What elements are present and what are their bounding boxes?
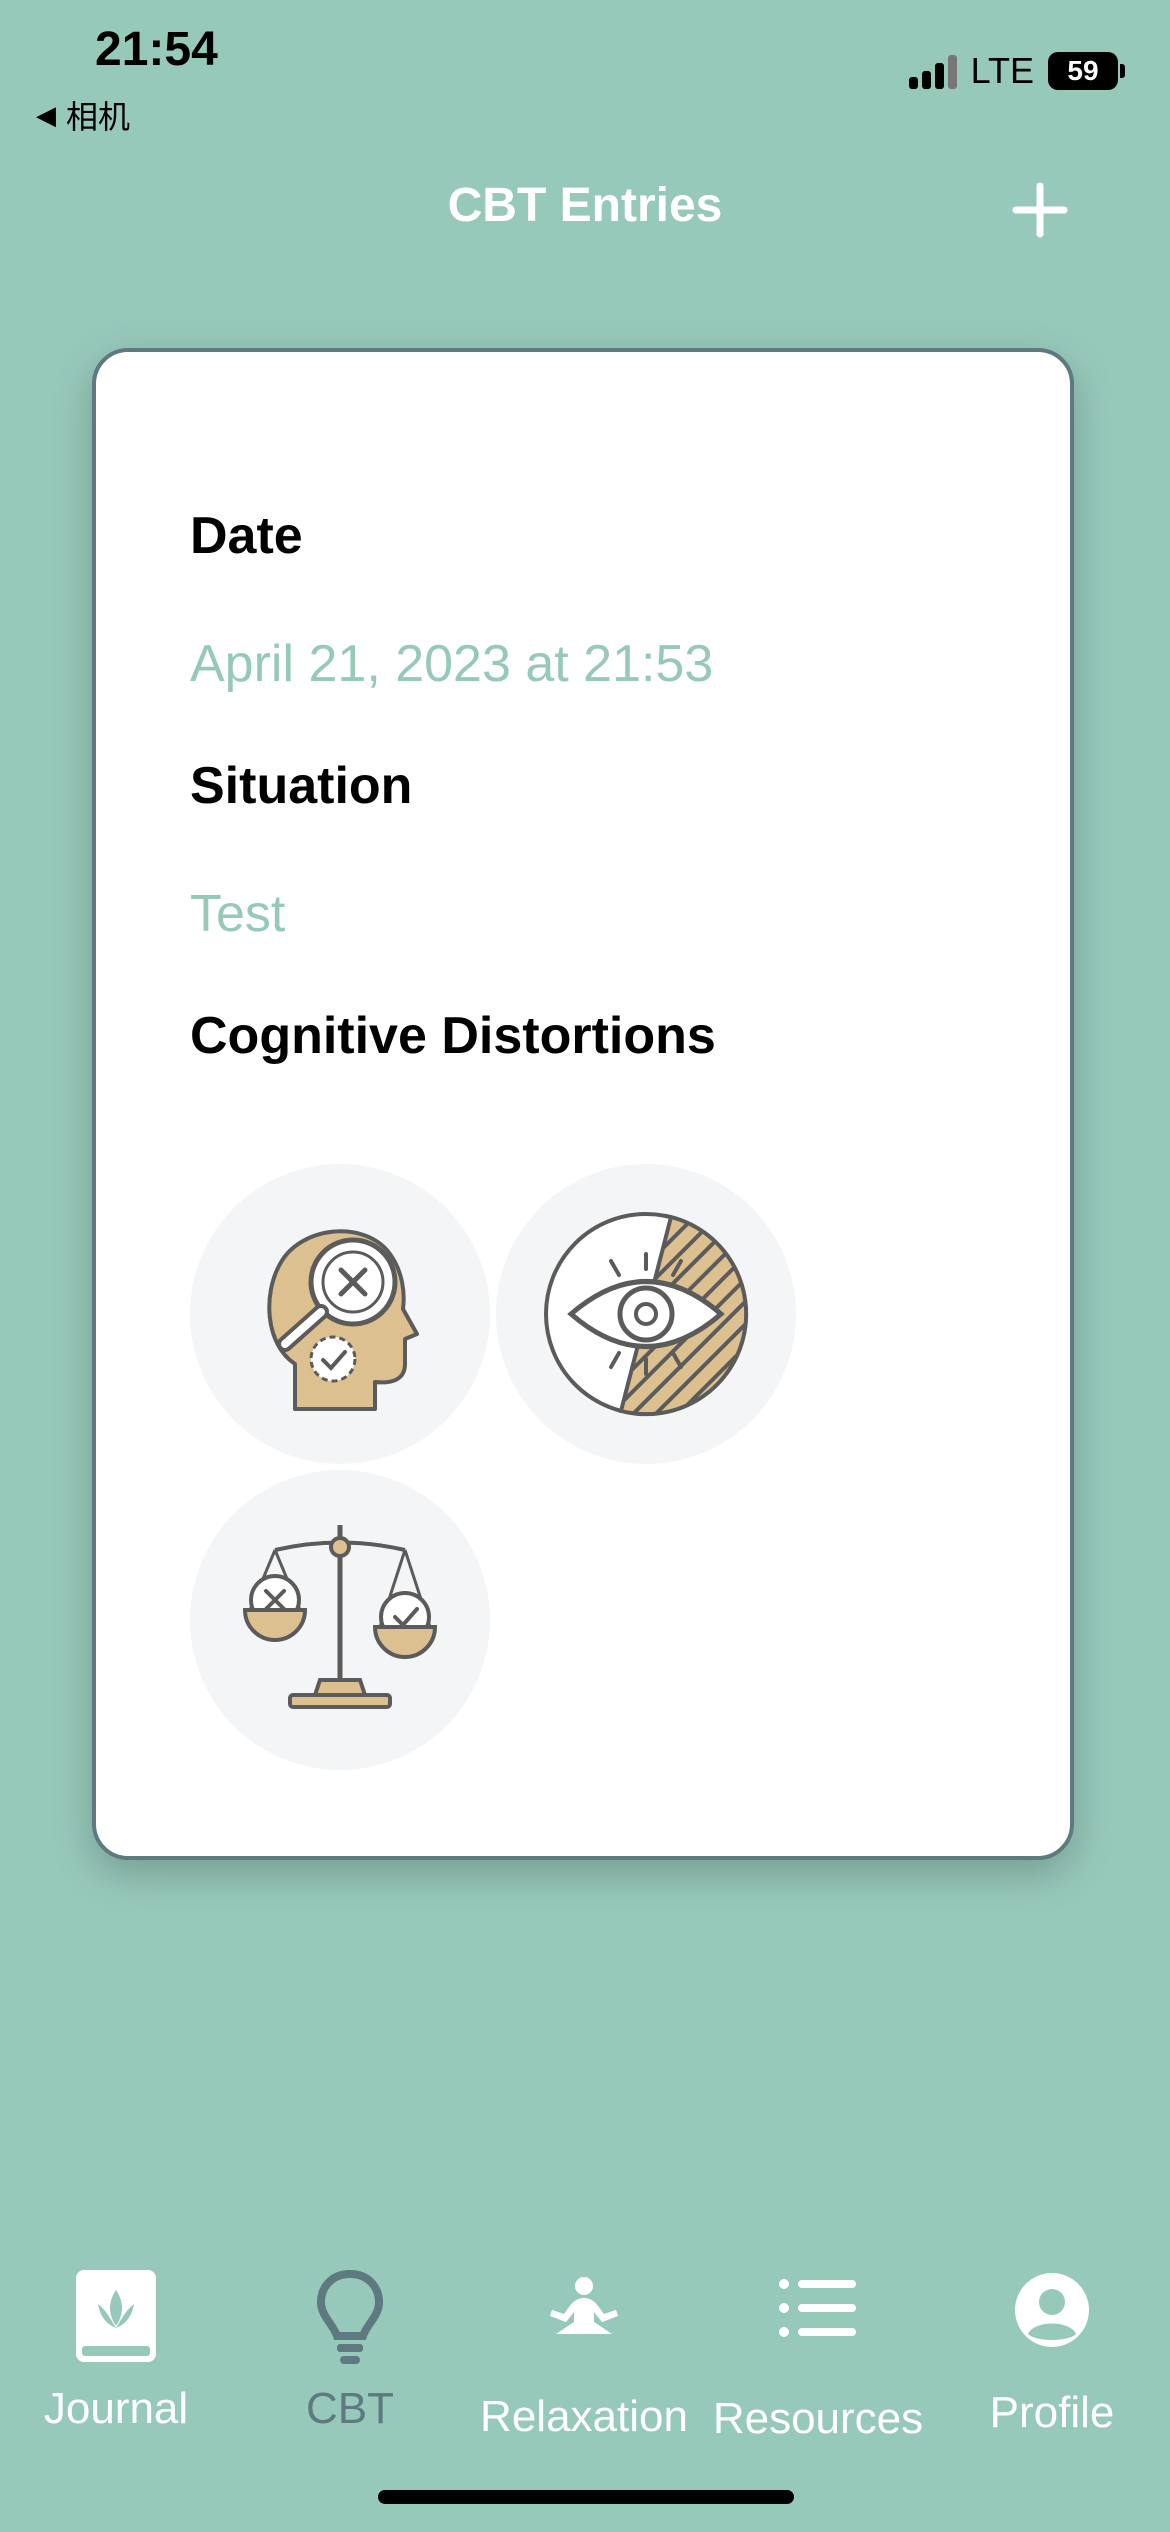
scales-icon bbox=[242, 1525, 438, 1709]
cbt-entry-card[interactable]: Date April 21, 2023 at 21:53 Situation T… bbox=[92, 348, 1074, 1860]
network-type: LTE bbox=[970, 50, 1034, 91]
situation-label: Situation bbox=[190, 757, 413, 815]
signal-icon bbox=[908, 53, 957, 89]
eye-filter-icon bbox=[544, 1212, 749, 1417]
distortion-item[interactable] bbox=[190, 1470, 490, 1770]
back-triangle-icon: ◀ bbox=[36, 99, 56, 130]
distortion-item[interactable] bbox=[496, 1164, 796, 1464]
tab-relaxation-label: Relaxation bbox=[480, 2392, 688, 2441]
situation-value: Test bbox=[190, 885, 286, 943]
status-indicators: LTE 59 bbox=[908, 50, 1125, 92]
page-title: CBT Entries bbox=[447, 179, 723, 232]
list-icon bbox=[779, 2279, 856, 2337]
back-app-label: 相机 bbox=[66, 99, 131, 135]
meditation-icon bbox=[550, 2277, 618, 2334]
distortion-item[interactable] bbox=[190, 1164, 490, 1464]
tab-resources[interactable]: Resources bbox=[698, 2268, 938, 2444]
lightbulb-icon bbox=[316, 2269, 384, 2364]
battery-icon: 59 bbox=[1048, 52, 1125, 90]
tab-profile[interactable]: Profile bbox=[932, 2268, 1170, 2438]
home-indicator[interactable] bbox=[378, 2490, 794, 2504]
date-label: Date bbox=[190, 507, 303, 565]
tab-profile-label: Profile bbox=[989, 2388, 1115, 2437]
cognitive-distortions-label: Cognitive Distortions bbox=[190, 1007, 716, 1065]
tab-relaxation[interactable]: Relaxation bbox=[464, 2268, 704, 2442]
tab-journal[interactable]: Journal bbox=[0, 2268, 236, 2434]
journal-icon bbox=[76, 2270, 156, 2362]
battery-level: 59 bbox=[1067, 55, 1099, 86]
tab-resources-label: Resources bbox=[712, 2394, 924, 2443]
head-magnifier-icon bbox=[267, 1229, 419, 1411]
plus-icon bbox=[1012, 182, 1068, 238]
tab-cbt[interactable]: CBT bbox=[230, 2268, 470, 2434]
date-value: April 21, 2023 at 21:53 bbox=[190, 635, 714, 693]
tab-cbt-label: CBT bbox=[306, 2384, 394, 2433]
add-entry-button[interactable] bbox=[1010, 180, 1070, 240]
tab-journal-label: Journal bbox=[43, 2384, 189, 2433]
back-to-app-link[interactable]: ◀ 相机 bbox=[36, 92, 130, 138]
profile-icon bbox=[1015, 2273, 1089, 2347]
status-time: 21:54 bbox=[95, 23, 218, 76]
